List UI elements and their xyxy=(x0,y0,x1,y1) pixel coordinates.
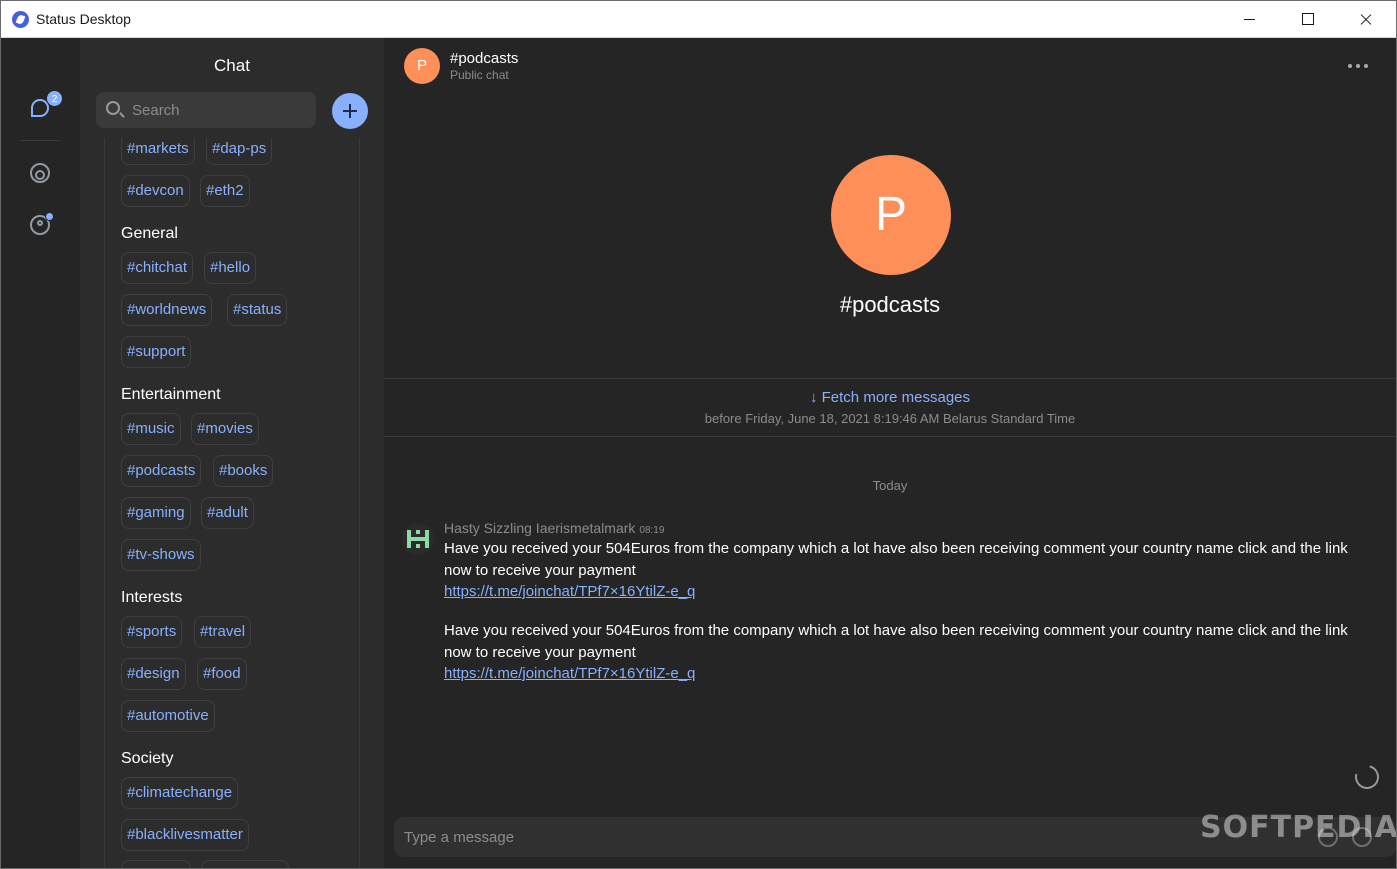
minimize-button[interactable] xyxy=(1221,1,1279,38)
channel-tag[interactable]: #travel xyxy=(194,616,252,648)
channel-tag-partial[interactable] xyxy=(201,860,289,868)
search-icon xyxy=(106,101,120,115)
message-text: Have you received your 504Euros from the… xyxy=(444,540,1348,579)
window-title: Status Desktop xyxy=(36,11,131,27)
identicon-icon xyxy=(407,530,429,548)
channel-tag[interactable]: #adult xyxy=(201,497,254,529)
category-title: Society xyxy=(121,750,174,767)
message-author[interactable]: Hasty Sizzling Iaerismetalmark 08:19 xyxy=(444,520,664,536)
add-chat-button[interactable] xyxy=(332,93,368,129)
title-bar[interactable]: Status Desktop xyxy=(1,1,1396,38)
loading-spinner-icon xyxy=(1350,760,1384,794)
channel-tag[interactable]: #tv-shows xyxy=(121,539,201,571)
channel-list[interactable]: #markets #dap-ps #devcon #eth2 General #… xyxy=(104,138,360,868)
message-input[interactable] xyxy=(404,817,1184,857)
fetch-more-link[interactable]: ↓ Fetch more messages xyxy=(384,389,1396,406)
chat-view: P #podcasts Public chat P #podcasts ↓ Fe… xyxy=(384,38,1397,868)
channel-tag[interactable]: #blacklivesmatter xyxy=(121,819,249,851)
channel-tag[interactable]: #worldnews xyxy=(121,294,213,326)
channel-tag[interactable]: #podcasts xyxy=(121,455,202,487)
chat-avatar[interactable]: P xyxy=(404,48,440,84)
channel-tag[interactable]: #status xyxy=(227,294,288,326)
message-link[interactable]: https://t.me/joinchat/TPf7×16YtilZ-e_q xyxy=(444,583,695,600)
channel-tag[interactable]: #chitchat xyxy=(121,252,194,284)
message-link[interactable]: https://t.me/joinchat/TPf7×16YtilZ-e_q xyxy=(444,665,695,682)
app-window: Status Desktop 2 Chat #markets xyxy=(0,0,1397,869)
channel-tag[interactable]: #markets xyxy=(121,138,195,165)
channel-tag[interactable]: #music xyxy=(121,413,181,445)
channel-tag[interactable]: #eth2 xyxy=(200,175,250,207)
category-title: General xyxy=(121,225,178,242)
search-box[interactable] xyxy=(96,92,316,128)
navigation-rail: 2 xyxy=(1,38,80,868)
fetch-before-text: before Friday, June 18, 2021 8:19:46 AM … xyxy=(704,411,1076,426)
category-title: Interests xyxy=(121,589,183,606)
channel-tag[interactable]: #hello xyxy=(204,252,257,284)
channel-tag[interactable]: #gaming xyxy=(121,497,191,529)
channel-big-name: #podcasts xyxy=(839,292,941,317)
channel-tag[interactable]: #support xyxy=(121,336,192,368)
watermark: SOFTPEDIA xyxy=(1200,810,1397,845)
close-button[interactable] xyxy=(1337,1,1395,38)
unread-badge: 2 xyxy=(46,90,63,107)
category-title: Entertainment xyxy=(121,386,221,403)
channel-tag[interactable]: #books xyxy=(213,455,274,487)
message-avatar[interactable] xyxy=(402,523,434,555)
message-time: 08:19 xyxy=(639,525,665,536)
channel-tag-partial[interactable] xyxy=(121,860,191,868)
chat-nav-icon[interactable]: 2 xyxy=(28,90,63,120)
channel-tag[interactable]: #design xyxy=(121,658,186,690)
browser-nav-icon[interactable] xyxy=(28,161,52,185)
channel-tag[interactable]: #climatechange xyxy=(121,777,239,809)
channel-tag[interactable]: #sports xyxy=(121,616,183,648)
notification-dot xyxy=(45,212,54,221)
chat-type: Public chat xyxy=(450,68,509,82)
channel-tag[interactable]: #dap-ps xyxy=(206,138,273,165)
panel-title: Chat xyxy=(214,56,250,75)
channel-tag[interactable]: #food xyxy=(197,658,247,690)
channel-tag[interactable]: #movies xyxy=(191,413,259,445)
channel-tag[interactable]: #automotive xyxy=(121,700,215,732)
search-input[interactable] xyxy=(132,92,308,128)
channel-big-avatar: P xyxy=(831,155,951,275)
status-logo-icon xyxy=(12,11,29,28)
day-separator: Today xyxy=(872,478,908,493)
profile-nav-icon[interactable] xyxy=(28,212,54,237)
chat-name[interactable]: #podcasts xyxy=(450,50,518,67)
maximize-button[interactable] xyxy=(1279,1,1337,38)
channel-tag[interactable]: #devcon xyxy=(121,175,190,207)
rail-divider xyxy=(21,140,60,141)
fetch-more-bar: ↓ Fetch more messages before Friday, Jun… xyxy=(384,378,1396,437)
more-options-icon[interactable] xyxy=(1348,64,1372,70)
message-text: Have you received your 504Euros from the… xyxy=(444,622,1348,661)
channel-panel: Chat #markets #dap-ps #devcon #eth2 Gene… xyxy=(80,38,384,868)
